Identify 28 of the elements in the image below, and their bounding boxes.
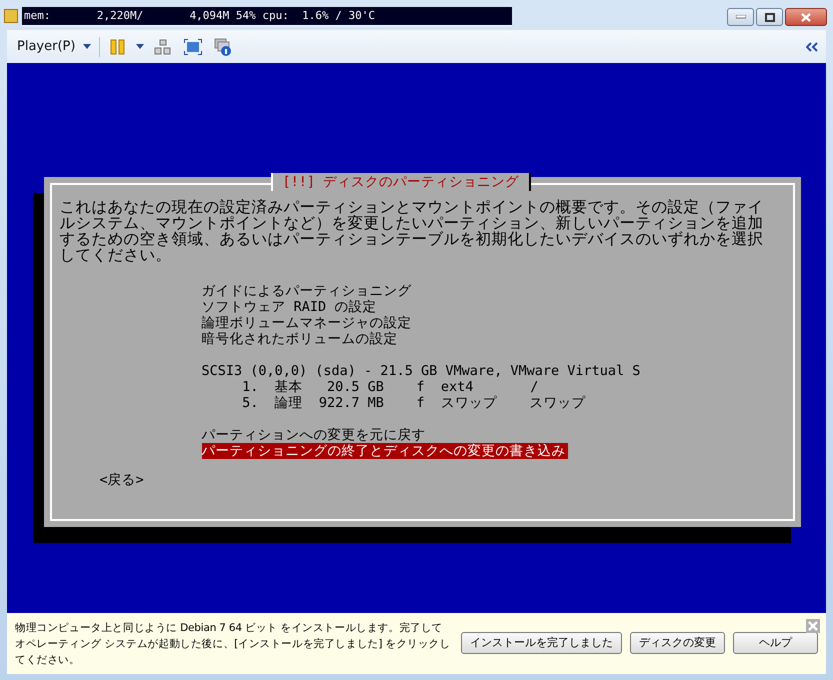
install-message: 物理コンピュータ上と同じように Debian 7 64 ビット をインストールします。完了してオペレーティング システムが起動した後に、[インストールを完了しました] をクリックしてください。 — [15, 620, 452, 668]
maximize-button[interactable] — [756, 8, 783, 26]
back-button[interactable]: <戻る> — [100, 471, 144, 489]
dialog-description: これはあなたの現在の設定済みパーティションとマウントポイントの概要です。その設定（ファイルシステム、マウントポイントなど）を変更したいパーティション、新しいパーティションを追加するための空き領域、あるいはパーティションテーブルを初期化したいデバイスのいずれかを選択してください。 — [60, 199, 764, 263]
close-button[interactable] — [785, 8, 827, 26]
collapse-icon[interactable] — [804, 42, 820, 52]
menu-option[interactable]: SCSI3 (0,0,0) (sda) - 21.5 GB VMware, VMware Virtual S — [202, 363, 642, 379]
caret-icon[interactable] — [136, 44, 144, 49]
app-icon — [4, 9, 18, 23]
menu-option[interactable]: 論理ボリュームマネージャの設定 — [202, 315, 414, 331]
action-button[interactable]: インストールを完了しました — [461, 632, 622, 654]
menu-option[interactable]: ソフトウェア RAID の設定 — [202, 299, 378, 315]
action-button[interactable]: ディスクの変更 — [630, 632, 725, 654]
close-icon — [801, 12, 811, 22]
player-menu[interactable]: Player(P) — [17, 39, 76, 54]
menu-option[interactable]: 5. 論理 922.7 MB f スワップ スワップ — [202, 395, 588, 411]
menu-option[interactable]: パーティションへの変更を元に戻す — [202, 427, 428, 443]
caret-icon[interactable] — [83, 44, 92, 49]
maximize-icon — [764, 12, 774, 22]
menu-option[interactable]: ガイドによるパーティショニング — [202, 283, 414, 299]
minimize-button[interactable] — [727, 8, 754, 26]
fullscreen-icon[interactable] — [182, 38, 204, 54]
dialog-title: [!!] ディスクのパーティショニング — [270, 173, 532, 191]
minimize-icon — [736, 15, 746, 19]
menu-option[interactable]: 暗号化されたボリュームの設定 — [202, 331, 400, 347]
action-button[interactable]: ヘルプ — [733, 632, 818, 654]
menu-option[interactable]: 1. 基本 20.5 GB f ext4 / — [202, 379, 540, 395]
status-readout: mem: 2,220M/ 4,094M 54% cpu: 1.6% / 30'C — [22, 7, 512, 26]
